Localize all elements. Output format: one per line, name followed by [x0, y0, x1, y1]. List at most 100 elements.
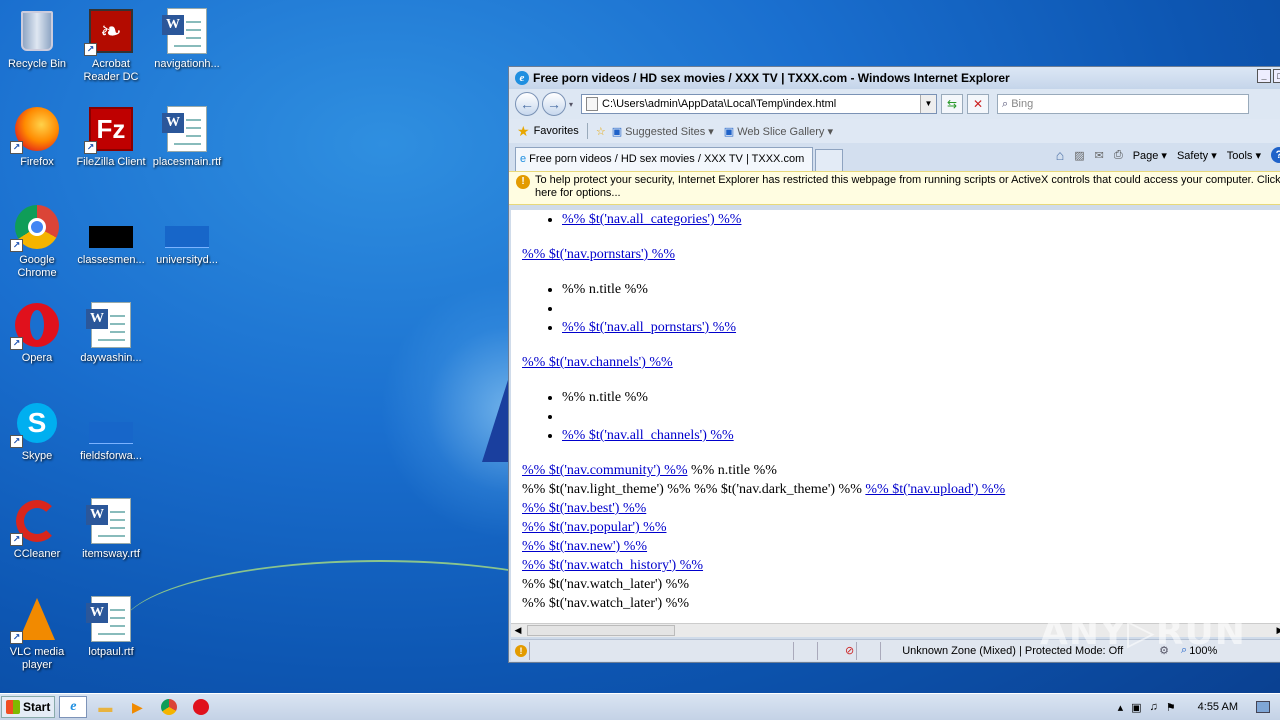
- ie-logo-icon: e: [515, 71, 529, 85]
- help-icon[interactable]: ?: [1271, 147, 1280, 163]
- shortcut-arrow-icon: ↗: [10, 141, 23, 154]
- favorites-button[interactable]: Favorites: [534, 125, 579, 137]
- desktop-icon-label: Opera: [21, 352, 53, 364]
- window-title-bar[interactable]: e Free porn videos / HD sex movies / XXX…: [509, 67, 1280, 89]
- desktop-icon-navigationh[interactable]: W navigationh...: [150, 8, 224, 71]
- desktop-icon-acrobat[interactable]: ❧ ↗ Acrobat Reader DC: [74, 8, 148, 84]
- ie-icon: e: [70, 699, 77, 714]
- status-cell: [856, 641, 878, 660]
- taskbar-explorer-button[interactable]: ▬: [91, 696, 119, 718]
- add-to-favorites-icon[interactable]: ☆: [596, 125, 606, 138]
- desktop-icon-opera[interactable]: ↗ Opera: [0, 302, 74, 365]
- desktop-icon-label: Acrobat Reader DC: [83, 58, 139, 83]
- read-mail-icon[interactable]: ✉: [1095, 149, 1104, 162]
- pornstars-link[interactable]: %% $t('nav.pornstars') %%: [522, 247, 675, 262]
- desktop-icon-firefox[interactable]: ↗ Firefox: [0, 106, 74, 169]
- desktop-icon-recycle-bin[interactable]: Recycle Bin: [0, 8, 74, 71]
- blocked-icon[interactable]: ⊘: [845, 644, 854, 657]
- shortcut-arrow-icon: ↗: [10, 533, 23, 546]
- desktop-icon-label: Firefox: [20, 156, 54, 168]
- taskbar-ie-button[interactable]: e: [59, 696, 88, 718]
- tab-current[interactable]: e Free porn videos / HD sex movies / XXX…: [515, 147, 813, 171]
- favorites-bar: ★ Favorites ☆ ▣ Suggested Sites ▾ ▣ Web …: [509, 119, 1280, 143]
- start-button[interactable]: Start: [1, 696, 56, 718]
- forward-button[interactable]: →: [542, 92, 566, 116]
- show-desktop-icon[interactable]: [1256, 701, 1270, 713]
- channels-link[interactable]: %% $t('nav.channels') %%: [522, 355, 673, 370]
- taskbar-opera-button[interactable]: [187, 696, 215, 718]
- upload-link[interactable]: %% $t('nav.upload') %%: [865, 482, 1005, 497]
- taskbar-media-button[interactable]: ▶: [123, 696, 151, 718]
- web-slice-gallery-link[interactable]: Web Slice Gallery ▾: [737, 125, 833, 138]
- home-icon[interactable]: ⌂: [1056, 147, 1064, 163]
- address-field[interactable]: C:\Users\admin\AppData\Local\Temp\index.…: [581, 94, 938, 114]
- desktop-icon-lotpaul[interactable]: W lotpaul.rtf: [74, 596, 148, 659]
- best-link[interactable]: %% $t('nav.best') %%: [522, 501, 646, 516]
- watch-history-link[interactable]: %% $t('nav.watch_history') %%: [522, 558, 703, 573]
- print-icon[interactable]: ⎙: [1114, 149, 1123, 162]
- community-link[interactable]: %% $t('nav.community') %%: [522, 463, 687, 478]
- address-text: C:\Users\admin\AppData\Local\Temp\index.…: [602, 98, 837, 110]
- volume-icon[interactable]: ♫: [1150, 701, 1158, 713]
- scroll-thumb[interactable]: [527, 625, 675, 636]
- desktop-icon-chrome[interactable]: ↗ Google Chrome: [0, 204, 74, 280]
- new-tab-button[interactable]: [815, 149, 843, 171]
- shortcut-arrow-icon: ↗: [84, 43, 97, 56]
- desktop-icon-ccleaner[interactable]: ↗ CCleaner: [0, 498, 74, 561]
- all-channels-link[interactable]: %% $t('nav.all_channels') %%: [562, 428, 734, 443]
- firefox-icon: ↗: [10, 106, 60, 154]
- desktop-icon-daywashin[interactable]: W daywashin...: [74, 302, 148, 365]
- information-bar[interactable]: ! To help protect your security, Interne…: [509, 171, 1280, 205]
- desktop-icon-vlc[interactable]: ↗ VLC media player: [0, 596, 74, 672]
- theme-line: %% $t('nav.light_theme') %% %% $t('nav.d…: [522, 480, 1280, 499]
- list-item: %% n.title %%: [562, 280, 1280, 299]
- scroll-right-icon[interactable]: ▶: [1273, 624, 1280, 637]
- ccleaner-icon: ↗: [10, 498, 60, 546]
- list-item: %% $t('nav.all_channels') %%: [562, 426, 1280, 445]
- network-icon[interactable]: ▣: [1131, 701, 1141, 714]
- maximize-button[interactable]: □: [1273, 69, 1280, 83]
- desktop-icon-universityd[interactable]: universityd...: [150, 204, 224, 267]
- desktop-icon-placesmain[interactable]: W placesmain.rtf: [150, 106, 224, 169]
- stop-button[interactable]: ✕: [967, 94, 990, 114]
- theme-text: %% $t('nav.light_theme') %% %% $t('nav.d…: [522, 482, 866, 497]
- word-document-icon: W: [162, 106, 210, 152]
- shield-warning-icon: !: [516, 175, 530, 189]
- back-button[interactable]: ←: [515, 92, 539, 116]
- page-menu[interactable]: Page ▾: [1133, 149, 1167, 162]
- suggested-sites-link[interactable]: Suggested Sites ▾: [625, 125, 714, 138]
- all-pornstars-link[interactable]: %% $t('nav.all_pornstars') %%: [562, 320, 736, 335]
- desktop-icon-label: fieldsforwa...: [80, 450, 142, 462]
- popular-link[interactable]: %% $t('nav.popular') %%: [522, 520, 666, 535]
- filezilla-icon: Fz ↗: [84, 106, 134, 154]
- status-cell: [529, 641, 791, 660]
- black-file-icon: [88, 204, 134, 250]
- search-box[interactable]: ⌕ Bing: [997, 94, 1250, 114]
- scroll-left-icon[interactable]: ◀: [511, 624, 525, 637]
- desktop-icon-fieldsforwa[interactable]: fieldsforwa...: [74, 400, 148, 463]
- information-bar-text: To help protect your security, Internet …: [535, 174, 1280, 199]
- recent-pages-dropdown-icon[interactable]: ▾: [569, 100, 573, 109]
- desktop-icon-classesmen[interactable]: classesmen...: [74, 204, 148, 267]
- nav-line: %% $t('nav.watch_history') %%: [522, 556, 1280, 575]
- clock[interactable]: 4:55 AM: [1198, 701, 1238, 713]
- shortcut-arrow-icon: ↗: [10, 631, 23, 644]
- word-document-icon: W: [86, 596, 134, 642]
- action-center-flag-icon[interactable]: ⚑: [1166, 701, 1176, 714]
- minimize-button[interactable]: _: [1257, 69, 1271, 83]
- show-hidden-icons-icon[interactable]: ▴: [1118, 701, 1124, 714]
- address-dropdown-icon[interactable]: ▼: [920, 95, 937, 113]
- all-categories-link[interactable]: %% $t('nav.all_categories') %%: [562, 212, 741, 227]
- status-cell: [880, 641, 898, 660]
- safety-menu[interactable]: Safety ▾: [1177, 149, 1217, 162]
- feeds-icon[interactable]: ▨: [1074, 149, 1084, 162]
- compatibility-view-button[interactable]: ⇆: [941, 94, 964, 114]
- new-link[interactable]: %% $t('nav.new') %%: [522, 539, 647, 554]
- tab-page-icon: e: [520, 153, 527, 165]
- taskbar-chrome-button[interactable]: [155, 696, 183, 718]
- desktop-icon-itemsway[interactable]: W itemsway.rtf: [74, 498, 148, 561]
- tools-menu[interactable]: Tools ▾: [1227, 149, 1261, 162]
- channels-list: %% n.title %% %% $t('nav.all_channels') …: [522, 388, 1280, 445]
- desktop-icon-skype[interactable]: S ↗ Skype: [0, 400, 74, 463]
- desktop-icon-filezilla[interactable]: Fz ↗ FileZilla Client: [74, 106, 148, 169]
